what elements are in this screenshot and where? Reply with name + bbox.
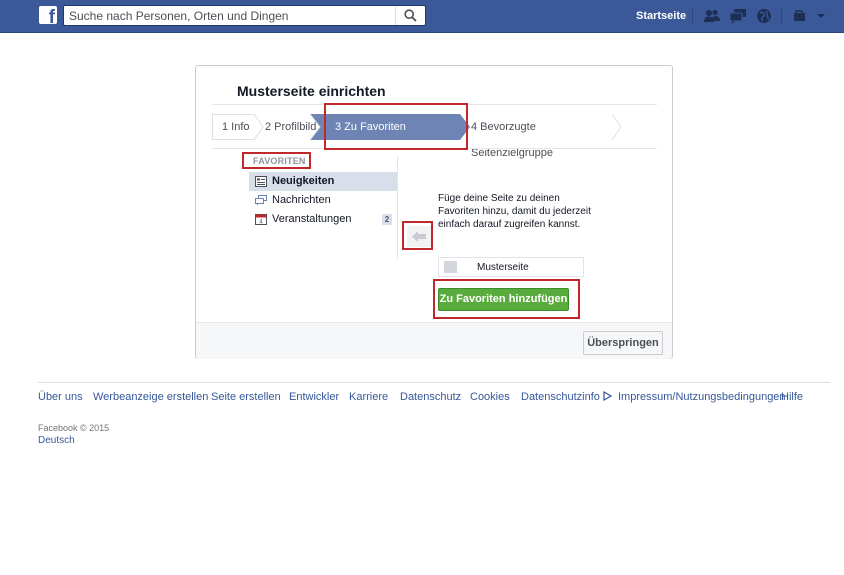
favorite-label: Neuigkeiten — [272, 175, 335, 187]
favorites-heading: FAVORITEN — [253, 156, 306, 166]
step-separator — [460, 114, 470, 140]
privacy-shortcuts-icon[interactable] — [792, 7, 810, 25]
events-count-badge: 2 — [382, 214, 392, 225]
step-label: 4 Bevorzugte Seitenzielgruppe — [471, 121, 553, 159]
step-info[interactable]: 1 Info — [212, 114, 254, 140]
favorite-label: Nachrichten — [272, 194, 331, 206]
top-navigation-bar: f Startseite — [0, 0, 844, 33]
footer-link-adchoices[interactable]: Datenschutzinfo — [521, 390, 613, 403]
footer-link-imprint-terms[interactable]: Impressum/Nutzungsbedingungen — [618, 391, 786, 403]
footer-divider — [38, 382, 830, 383]
footer-link-cookies[interactable]: Cookies — [470, 391, 510, 403]
home-link[interactable]: Startseite — [636, 10, 686, 22]
favorite-item-events[interactable]: 4 Veranstaltungen 2 — [249, 210, 397, 229]
page-thumbnail-icon — [444, 261, 457, 273]
search-icon — [404, 9, 417, 22]
favorite-label: Veranstaltungen — [272, 213, 352, 225]
logo-letter: f — [48, 7, 55, 24]
search-input[interactable] — [64, 6, 394, 25]
page-name: Musterseite — [477, 262, 529, 273]
messages-icon[interactable] — [729, 7, 747, 25]
footer-link-about[interactable]: Über uns — [38, 391, 83, 403]
account-menu-chevron-icon[interactable] — [814, 7, 832, 25]
adchoices-icon — [603, 390, 613, 402]
column-divider — [397, 156, 398, 259]
facebook-logo-icon[interactable]: f — [39, 6, 57, 24]
favorite-item-messages[interactable]: Nachrichten — [249, 191, 397, 210]
news-feed-icon — [255, 176, 267, 187]
top-divider — [692, 8, 693, 24]
page-favorite-preview: Musterseite — [438, 257, 584, 277]
search-button[interactable] — [395, 6, 425, 25]
step-add-to-favorites[interactable]: 3 Zu Favoriten hinzufügen — [320, 114, 460, 159]
footer-link-create-ad[interactable]: Werbeanzeige erstellen — [93, 391, 208, 403]
language-link[interactable]: Deutsch — [38, 435, 75, 446]
favorite-item-news-feed[interactable]: Neuigkeiten — [249, 172, 397, 191]
footer-link-create-page[interactable]: Seite erstellen — [211, 391, 281, 403]
arrow-left-icon — [412, 231, 426, 242]
footer-link-label: Datenschutzinfo — [521, 391, 600, 403]
setup-steps: 1 Info 2 Profilbild 3 Zu Favoriten hinzu… — [212, 114, 672, 159]
page-setup-dialog: Musterseite einrichten 1 Info 2 Profilbi… — [195, 65, 673, 359]
steps-divider — [212, 148, 657, 149]
footer-link-developers[interactable]: Entwickler — [289, 391, 339, 403]
footer-link-careers[interactable]: Karriere — [349, 391, 388, 403]
copyright: Facebook © 2015 — [38, 423, 110, 433]
top-divider-2 — [781, 8, 782, 24]
footer-link-help[interactable]: Hilfe — [781, 391, 803, 403]
dialog-footer: Überspringen — [196, 322, 672, 359]
step-label: 1 Info — [222, 121, 250, 133]
step-label: 2 Profilbild — [265, 121, 317, 133]
dialog-title: Musterseite einrichten — [237, 83, 386, 99]
insert-position-arrow — [407, 226, 431, 247]
skip-button[interactable]: Überspringen — [583, 331, 663, 355]
favorites-description: Füge deine Seite zu deinen Favoriten hin… — [438, 193, 591, 230]
step-separator — [612, 114, 622, 140]
step-separator — [310, 114, 321, 140]
step-preferred-audience[interactable]: 4 Bevorzugte Seitenzielgruppe — [471, 114, 616, 159]
messages-icon — [255, 195, 267, 206]
footer-link-privacy[interactable]: Datenschutz — [400, 391, 461, 403]
notifications-globe-icon[interactable] — [755, 7, 773, 25]
calendar-icon: 4 — [255, 214, 267, 225]
search-box — [63, 5, 426, 26]
add-to-favorites-button[interactable]: Zu Favoriten hinzufügen — [438, 288, 569, 311]
title-divider — [212, 104, 657, 105]
friend-requests-icon[interactable] — [703, 7, 721, 25]
